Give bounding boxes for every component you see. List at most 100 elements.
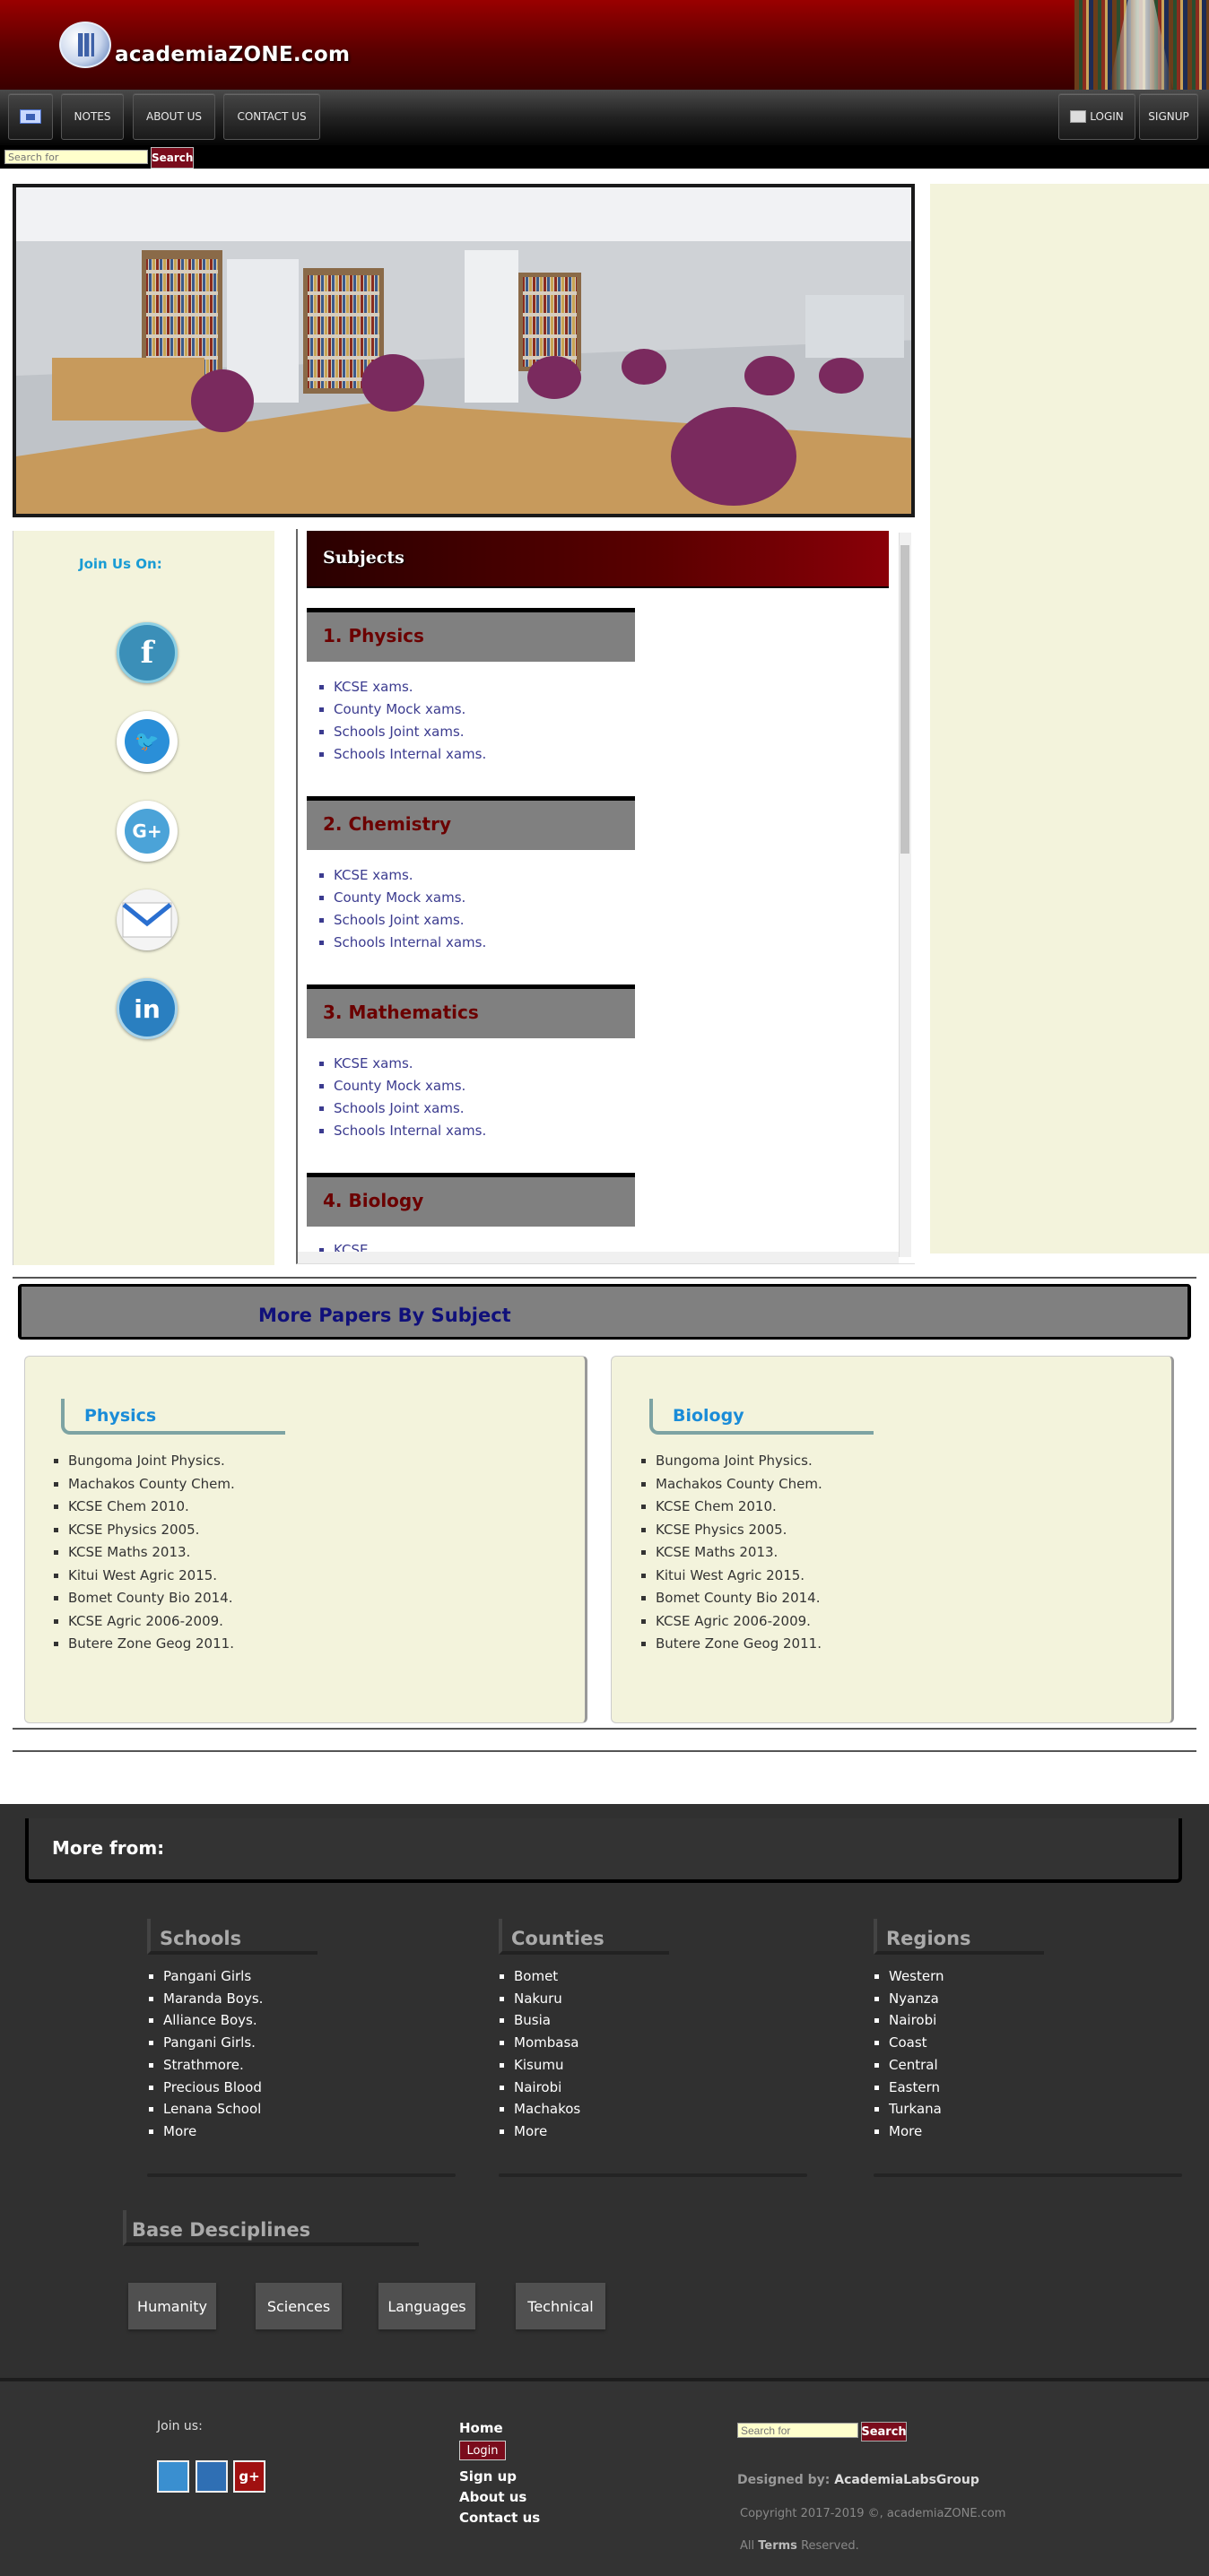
region-link[interactable]: Coast: [889, 2032, 944, 2054]
county-link[interactable]: Nairobi: [514, 2077, 580, 2099]
column-divider: [499, 2173, 807, 2177]
subject-heading[interactable]: 2. Chemistry: [307, 796, 635, 850]
school-link[interactable]: More: [163, 2121, 263, 2143]
paper-link[interactable]: Bomet County Bio 2014.: [656, 1587, 822, 1610]
linkedin-icon[interactable]: in: [117, 978, 178, 1039]
school-link[interactable]: Precious Blood: [163, 2077, 263, 2099]
box-icon[interactable]: [196, 2460, 228, 2493]
facebook-icon[interactable]: f: [117, 622, 178, 683]
subject-link[interactable]: KCSE xams.: [334, 1053, 486, 1075]
school-link[interactable]: Alliance Boys.: [163, 2009, 263, 2032]
terms-link[interactable]: Terms: [758, 2539, 797, 2553]
paper-link[interactable]: Butere Zone Geog 2011.: [656, 1633, 822, 1656]
footer-search-button[interactable]: Search: [861, 2422, 907, 2442]
county-link[interactable]: Kisumu: [514, 2054, 580, 2077]
more-from-box: [25, 1818, 1182, 1883]
subject-link[interactable]: KCSE xams.: [334, 676, 486, 698]
paper-link[interactable]: KCSE Maths 2013.: [68, 1541, 235, 1565]
search-input[interactable]: [4, 150, 148, 164]
scrollbar-thumb[interactable]: [900, 545, 909, 854]
subject-link[interactable]: Schools Joint xams.: [334, 721, 486, 743]
nav-login[interactable]: LOGIN: [1058, 93, 1135, 140]
footer-contact-link[interactable]: Contact us: [459, 2510, 540, 2526]
horizontal-scrollbar[interactable]: [298, 1252, 899, 1263]
home-button[interactable]: [8, 93, 53, 140]
paper-link[interactable]: KCSE Agric 2006-2009.: [68, 1610, 235, 1634]
school-link[interactable]: Pangani Girls: [163, 1965, 263, 1988]
county-link[interactable]: Machakos: [514, 2098, 580, 2121]
region-link[interactable]: Nairobi: [889, 2009, 944, 2032]
divider: [13, 1277, 1196, 1279]
subject-link[interactable]: Schools Internal xams.: [334, 932, 486, 954]
county-link[interactable]: Bomet: [514, 1965, 580, 1988]
subject-link[interactable]: Schools Joint xams.: [334, 909, 486, 932]
nav-contact[interactable]: CONTACT US: [223, 93, 320, 140]
regions-list: Western Nyanza Nairobi Coast Central Eas…: [889, 1965, 944, 2143]
region-link[interactable]: More: [889, 2121, 944, 2143]
county-link[interactable]: Nakuru: [514, 1988, 580, 2010]
nav-about[interactable]: ABOUT US: [133, 93, 215, 140]
subject-heading[interactable]: 4. Biology: [307, 1173, 635, 1227]
base-disciplines-heading: Base Desciplines: [123, 2210, 419, 2246]
subject-link[interactable]: Schools Internal xams.: [334, 1120, 486, 1142]
footer-signup-link[interactable]: Sign up: [459, 2468, 517, 2485]
subject-link[interactable]: KCSE xams.: [334, 864, 486, 887]
school-link[interactable]: Pangani Girls.: [163, 2032, 263, 2054]
google-plus-icon[interactable]: g+: [233, 2460, 265, 2493]
logo-text[interactable]: academiaZONE.com: [115, 43, 350, 66]
app-icon[interactable]: [157, 2460, 189, 2493]
footer-home-link[interactable]: Home: [459, 2420, 503, 2436]
paper-link[interactable]: KCSE Maths 2013.: [656, 1541, 822, 1565]
subject-link[interactable]: County Mock xams.: [334, 698, 486, 721]
sciences-button[interactable]: Sciences: [256, 2283, 342, 2329]
region-link[interactable]: Central: [889, 2054, 944, 2077]
google-plus-icon[interactable]: G+: [117, 801, 178, 862]
paper-link[interactable]: KCSE Chem 2010.: [68, 1496, 235, 1519]
logo-icon[interactable]: [59, 22, 111, 68]
county-link[interactable]: Mombasa: [514, 2032, 580, 2054]
footer-login-button[interactable]: Login: [459, 2441, 506, 2460]
subject-heading[interactable]: 1. Physics: [307, 608, 635, 662]
designer-link[interactable]: AcademiaLabsGroup: [834, 2473, 979, 2487]
school-link[interactable]: Lenana School: [163, 2098, 263, 2121]
paper-link[interactable]: Bungoma Joint Physics.: [656, 1450, 822, 1473]
footer-search-input[interactable]: [737, 2423, 858, 2438]
humanity-button[interactable]: Humanity: [128, 2283, 216, 2329]
paper-link[interactable]: KCSE Physics 2005.: [656, 1519, 822, 1542]
county-link[interactable]: Busia: [514, 2009, 580, 2032]
county-link[interactable]: More: [514, 2121, 580, 2143]
subject-link[interactable]: County Mock xams.: [334, 887, 486, 909]
paper-link[interactable]: Kitui West Agric 2015.: [68, 1565, 235, 1588]
subject-link[interactable]: County Mock xams.: [334, 1075, 486, 1097]
nav-signup[interactable]: SIGNUP: [1139, 93, 1198, 140]
paper-link[interactable]: KCSE Agric 2006-2009.: [656, 1610, 822, 1634]
paper-link[interactable]: Bungoma Joint Physics.: [68, 1450, 235, 1473]
region-link[interactable]: Western: [889, 1965, 944, 1988]
region-link[interactable]: Eastern: [889, 2077, 944, 2099]
paper-link[interactable]: KCSE Physics 2005.: [68, 1519, 235, 1542]
paper-link[interactable]: Machakos County Chem.: [68, 1473, 235, 1496]
region-link[interactable]: Nyanza: [889, 1988, 944, 2010]
card-title: Biology: [649, 1399, 874, 1435]
mail-icon[interactable]: [117, 889, 178, 950]
paper-link[interactable]: Bomet County Bio 2014.: [68, 1587, 235, 1610]
subject-heading[interactable]: 3. Mathematics: [307, 984, 635, 1038]
paper-link[interactable]: KCSE Chem 2010.: [656, 1496, 822, 1519]
search-button[interactable]: Search: [151, 147, 194, 169]
school-link[interactable]: Maranda Boys.: [163, 1988, 263, 2010]
subject-link[interactable]: Schools Internal xams.: [334, 743, 486, 766]
paper-link[interactable]: Kitui West Agric 2015.: [656, 1565, 822, 1588]
paper-link[interactable]: Butere Zone Geog 2011.: [68, 1633, 235, 1656]
twitter-icon[interactable]: 🐦: [117, 711, 178, 772]
footer-about-link[interactable]: About us: [459, 2489, 526, 2505]
school-link[interactable]: Strathmore.: [163, 2054, 263, 2077]
languages-button[interactable]: Languages: [378, 2283, 475, 2329]
subject-link[interactable]: KCSE: [334, 1239, 369, 1252]
region-link[interactable]: Turkana: [889, 2098, 944, 2121]
schools-list: Pangani Girls Maranda Boys. Alliance Boy…: [163, 1965, 263, 2143]
paper-link[interactable]: Machakos County Chem.: [656, 1473, 822, 1496]
subject-link[interactable]: Schools Joint xams.: [334, 1097, 486, 1120]
nav-notes[interactable]: NOTES: [61, 93, 124, 140]
technical-button[interactable]: Technical: [516, 2283, 605, 2329]
right-sidebar: [930, 184, 1209, 1253]
